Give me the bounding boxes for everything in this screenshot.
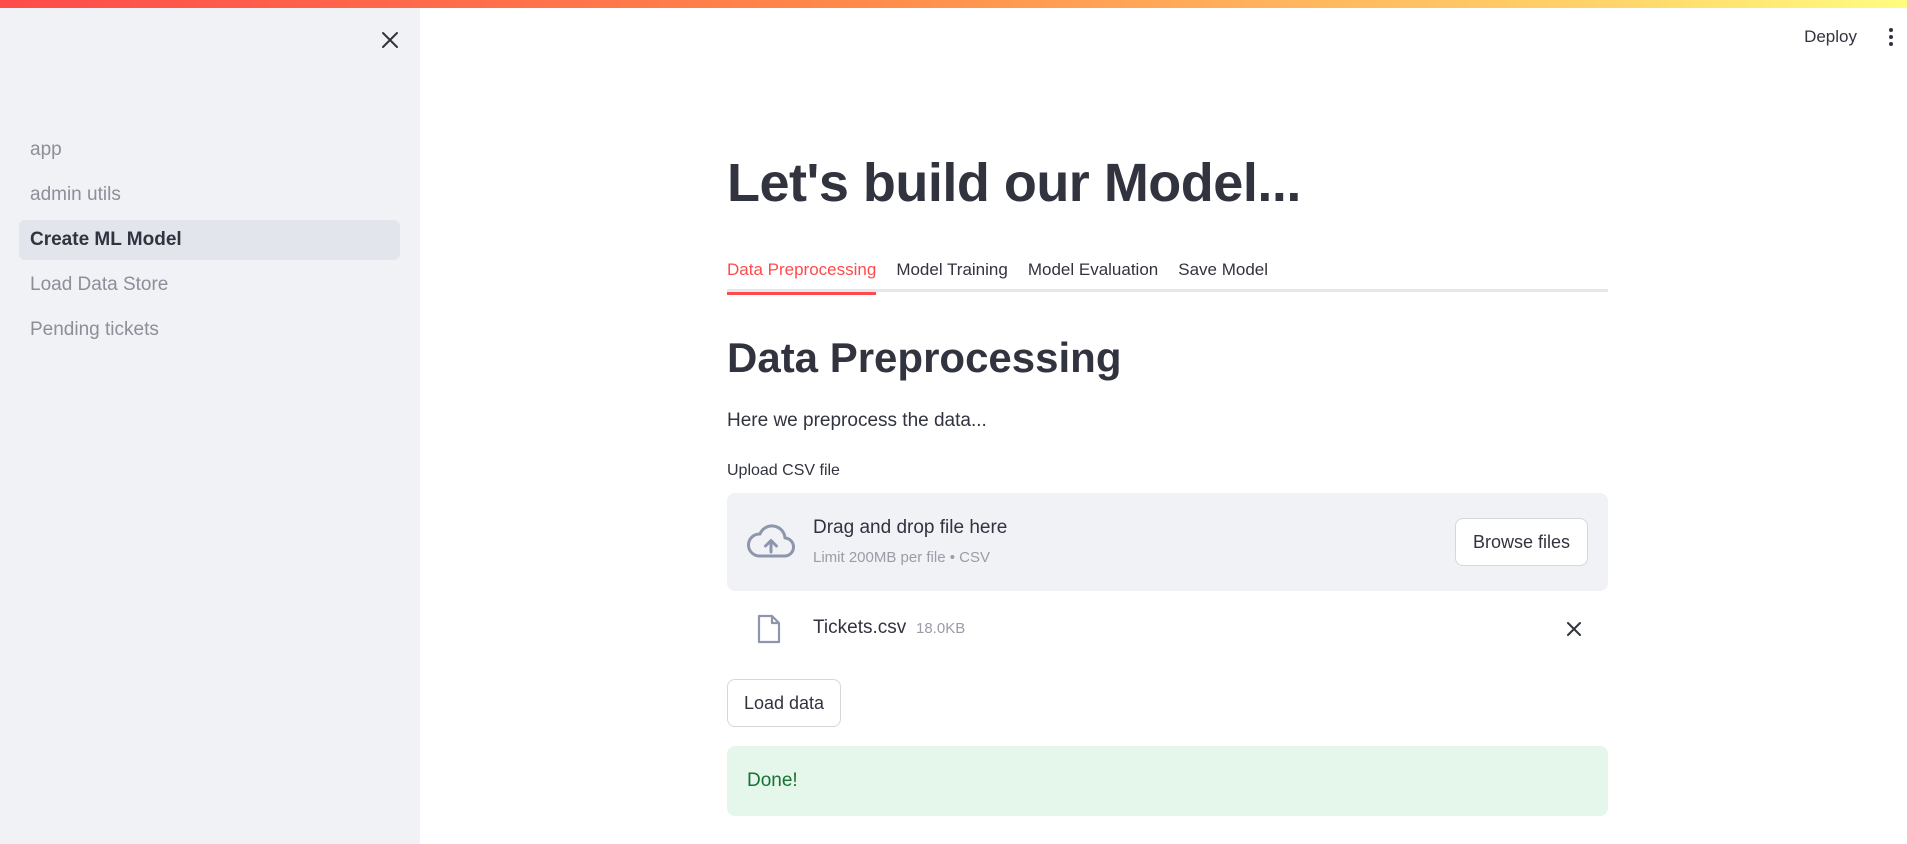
load-data-button[interactable]: Load data bbox=[727, 679, 841, 727]
tab-model-evaluation[interactable]: Model Evaluation bbox=[1028, 248, 1158, 292]
sidebar-item-label: Pending tickets bbox=[30, 319, 159, 340]
sidebar-item-admin-utils[interactable]: admin utils bbox=[19, 175, 400, 215]
section-description: Here we preprocess the data... bbox=[727, 410, 987, 431]
file-name: Tickets.csv bbox=[813, 617, 907, 638]
tab-model-training[interactable]: Model Training bbox=[896, 248, 1008, 292]
sidebar-item-label: admin utils bbox=[30, 184, 121, 205]
tab-bar: Data Preprocessing Model Training Model … bbox=[727, 248, 1608, 295]
sidebar-item-label: Load Data Store bbox=[30, 274, 169, 295]
close-icon bbox=[1567, 622, 1581, 636]
sidebar: app admin utils Create ML Model Load Dat… bbox=[0, 0, 420, 844]
page-title: Let's build our Model... bbox=[727, 153, 1301, 213]
deploy-button[interactable]: Deploy bbox=[1804, 27, 1857, 47]
sidebar-nav: app admin utils Create ML Model Load Dat… bbox=[19, 130, 400, 355]
file-dropzone[interactable]: Drag and drop file here Limit 200MB per … bbox=[727, 493, 1608, 591]
success-message: Done! bbox=[747, 770, 798, 791]
sidebar-item-label: app bbox=[30, 139, 62, 160]
dropzone-title: Drag and drop file here bbox=[813, 517, 1008, 538]
file-icon bbox=[757, 614, 781, 644]
uploaded-file-row: Tickets.csv 18.0KB bbox=[727, 608, 1608, 652]
success-alert: Done! bbox=[727, 746, 1608, 816]
file-size: 18.0KB bbox=[916, 620, 966, 637]
close-icon bbox=[382, 32, 398, 48]
remove-file-button[interactable] bbox=[1561, 616, 1587, 642]
upload-label: Upload CSV file bbox=[727, 462, 840, 479]
sidebar-item-create-ml-model[interactable]: Create ML Model bbox=[19, 220, 400, 260]
browse-files-button[interactable]: Browse files bbox=[1455, 518, 1588, 566]
sidebar-close-button[interactable] bbox=[376, 26, 404, 54]
header-actions: Deploy bbox=[1804, 20, 1907, 54]
dropzone-subtitle: Limit 200MB per file • CSV bbox=[813, 549, 990, 566]
tab-data-preprocessing[interactable]: Data Preprocessing bbox=[727, 248, 877, 295]
kebab-menu-icon[interactable] bbox=[1883, 23, 1899, 51]
cloud-upload-icon bbox=[747, 524, 795, 558]
section-title: Data Preprocessing bbox=[727, 334, 1122, 381]
sidebar-item-label: Create ML Model bbox=[30, 229, 182, 250]
top-decoration-bar bbox=[0, 0, 1907, 8]
sidebar-item-load-data-store[interactable]: Load Data Store bbox=[19, 265, 400, 305]
tab-save-model[interactable]: Save Model bbox=[1178, 248, 1268, 292]
sidebar-item-app[interactable]: app bbox=[19, 130, 400, 170]
sidebar-item-pending-tickets[interactable]: Pending tickets bbox=[19, 310, 400, 350]
